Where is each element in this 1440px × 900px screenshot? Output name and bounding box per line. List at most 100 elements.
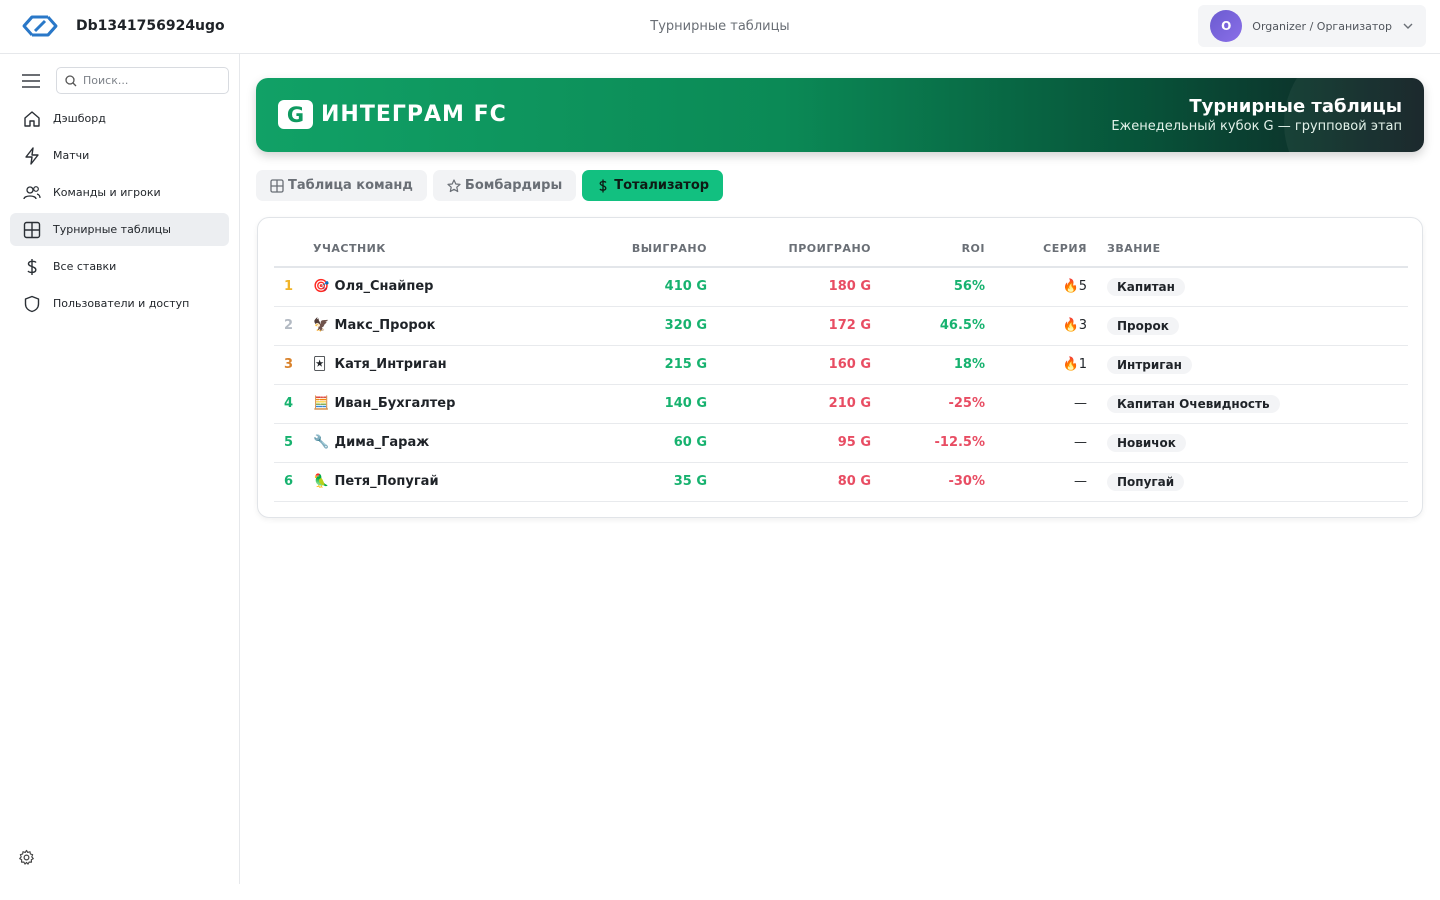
avatar: O [1210, 10, 1243, 42]
page-title: Турнирные таблицы [650, 19, 790, 34]
participant-name: Иван_Бухгалтер [334, 396, 456, 411]
won-cell: 320 G [550, 306, 707, 346]
table-row[interactable]: 3 🃏 Катя_Интриган 215 G 160 G 18% 🔥1 Интриган [274, 345, 1408, 385]
rank-cell: 1 [274, 267, 313, 307]
star-icon [447, 178, 461, 192]
table-header-row: УЧАСТНИК ВЫИГРАНО ПРОИГРАНО ROI СЕРИЯ ЗВ… [274, 230, 1408, 268]
home-icon [24, 110, 40, 127]
sidebar-item-bets[interactable]: Все ставки [10, 250, 229, 283]
sidebar-item-teams[interactable]: Команды и игроки [10, 176, 229, 209]
sidebar-item-dashboard[interactable]: Дэшборд [10, 102, 229, 135]
tab-team-table[interactable]: Таблица команд [256, 170, 427, 201]
participant-cell: 🔧 Дима_Гараж [313, 423, 550, 463]
streak-cell: 🔥1 [985, 345, 1087, 385]
sidebar-item-label: Дэшборд [53, 112, 106, 125]
tab-scorers[interactable]: Бомбардиры [432, 170, 577, 201]
col-won[interactable]: ВЫИГРАНО [550, 230, 707, 268]
search-input[interactable] [83, 74, 213, 87]
roi-cell: -25% [871, 384, 985, 424]
leaderboard-table: УЧАСТНИК ВЫИГРАНО ПРОИГРАНО ROI СЕРИЯ ЗВ… [274, 230, 1408, 502]
rank-cell: 4 [274, 384, 313, 424]
col-streak[interactable]: СЕРИЯ [985, 230, 1087, 268]
sidebar-nav: Дэшборд Матчи Команды и игроки Турнирные… [10, 102, 229, 324]
sidebar-item-label: Турнирные таблицы [53, 223, 171, 236]
col-rank [274, 230, 313, 268]
logo-icon [22, 15, 58, 37]
lost-cell: 210 G [707, 384, 871, 424]
tab-label: Таблица команд [288, 178, 413, 193]
avatar-emoji: 🦅 [313, 318, 330, 333]
avatar-emoji: 🧮 [313, 396, 330, 411]
participant-name: Катя_Интриган [334, 357, 447, 372]
streak-cell: 🔥5 [985, 267, 1087, 307]
participant-name: Петя_Попугай [334, 474, 439, 489]
participant-cell: 🎯 Оля_Снайпер [313, 267, 550, 307]
dollar-icon [599, 179, 607, 192]
rank-cell: 3 [274, 345, 313, 385]
won-cell: 60 G [550, 423, 707, 463]
sidebar-item-label: Пользователи и доступ [53, 297, 190, 310]
col-roi[interactable]: ROI [871, 230, 985, 268]
roi-cell: 18% [871, 345, 985, 385]
club-name: ИНТЕГРАМ FC [321, 102, 507, 127]
title-cell: Интриган [1087, 345, 1408, 385]
col-participant[interactable]: УЧАСТНИК [313, 230, 550, 268]
participant-cell: 🃏 Катя_Интриган [313, 345, 550, 385]
lost-cell: 95 G [707, 423, 871, 463]
title-badge: Попугай [1107, 472, 1185, 491]
top-bar: Db1341756924ugo Турнирные таблицы O Orga… [0, 0, 1440, 54]
banner-subtitle: Еженедельный кубок G — групповой этап [1111, 119, 1402, 134]
table-row[interactable]: 4 🧮 Иван_Бухгалтер 140 G 210 G -25% — Капитан … [274, 384, 1408, 424]
shield-icon [24, 295, 40, 312]
streak-cell: — [985, 423, 1087, 463]
avatar-emoji: 🔧 [313, 435, 330, 450]
avatar-emoji: 🎯 [313, 279, 330, 295]
table-icon [270, 178, 284, 193]
streak-cell: 🔥3 [985, 306, 1087, 346]
user-menu[interactable]: O Organizer / Организатор [1198, 5, 1426, 47]
roi-cell: 46.5% [871, 306, 985, 346]
app-name: Db1341756924ugo [76, 18, 225, 34]
sidebar: Дэшборд Матчи Команды и игроки Турнирные… [0, 54, 240, 884]
title-badge: Пророк [1107, 316, 1179, 335]
tab-totalizator[interactable]: Тотализатор [582, 170, 724, 201]
roi-cell: 56% [871, 267, 985, 307]
user-role: Organizer / Организатор [1252, 19, 1392, 33]
title-cell: Новичок [1087, 423, 1408, 463]
sidebar-item-matches[interactable]: Матчи [10, 139, 229, 172]
table-row[interactable]: 2 🦅 Макс_Пророк 320 G 172 G 46.5% 🔥3 Пророк [274, 306, 1408, 346]
brand[interactable]: Db1341756924ugo [20, 11, 225, 41]
table-icon [23, 221, 41, 238]
search-icon [65, 74, 77, 86]
club-badge: G [278, 100, 313, 129]
table-row[interactable]: 6 🦜 Петя_Попугай 35 G 80 G -30% — Попугай [274, 462, 1408, 502]
title-cell: Пророк [1087, 306, 1408, 346]
bets-leaderboard-card: УЧАСТНИК ВЫИГРАНО ПРОИГРАНО ROI СЕРИЯ ЗВ… [257, 217, 1423, 518]
table-body: 1 🎯 Оля_Снайпер 410 G 180 G 56% 🔥5 Капитан 2 🦅 М… [274, 267, 1408, 502]
table-row[interactable]: 1 🎯 Оля_Снайпер 410 G 180 G 56% 🔥5 Капитан [274, 267, 1408, 307]
banner-title: Турнирные таблицы [1189, 96, 1402, 117]
col-title[interactable]: ЗВАНИЕ [1087, 230, 1408, 268]
participant-name: Макс_Пророк [334, 318, 436, 333]
title-cell: Капитан Очевидность [1087, 384, 1408, 424]
streak-cell: — [985, 462, 1087, 502]
lost-cell: 160 G [707, 345, 871, 385]
hero-banner: G ИНТЕГРАМ FC Турнирные таблицы Еженедел… [256, 78, 1424, 152]
participant-cell: 🧮 Иван_Бухгалтер [313, 384, 550, 424]
participant-name: Оля_Снайпер [334, 279, 434, 295]
col-lost[interactable]: ПРОИГРАНО [707, 230, 871, 268]
chevron-down-icon [1403, 23, 1413, 29]
won-cell: 215 G [550, 345, 707, 385]
rank-cell: 2 [274, 306, 313, 346]
gear-icon[interactable] [18, 849, 35, 866]
streak-cell: — [985, 384, 1087, 424]
sidebar-item-users-access[interactable]: Пользователи и доступ [10, 287, 229, 320]
menu-icon[interactable] [22, 73, 40, 88]
sidebar-item-standings[interactable]: Турнирные таблицы [10, 213, 229, 246]
dollar-icon [27, 258, 37, 275]
title-badge: Капитан [1107, 277, 1185, 296]
table-row[interactable]: 5 🔧 Дима_Гараж 60 G 95 G -12.5% — Новичок [274, 423, 1408, 463]
standings-tabs: Таблица команд Бомбардиры Тотализатор [256, 170, 724, 201]
avatar-emoji: 🃏 [313, 357, 327, 372]
sidebar-item-label: Команды и игроки [53, 186, 161, 199]
